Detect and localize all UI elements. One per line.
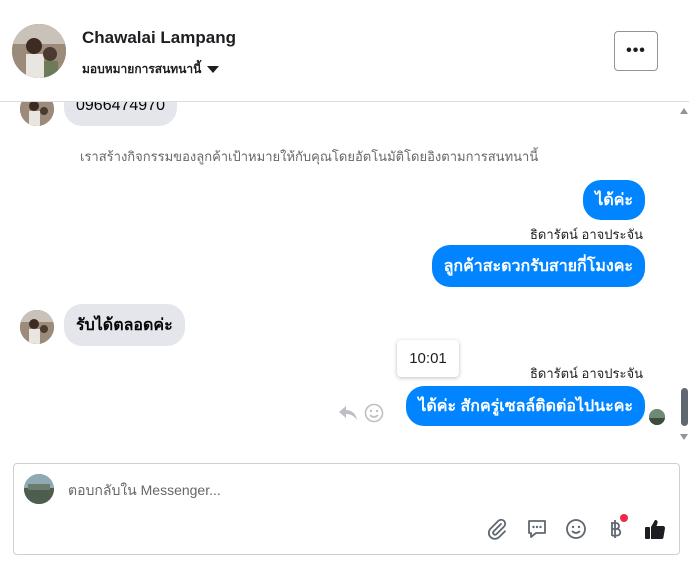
paperclip-icon[interactable] [484,516,510,542]
assign-conversation-dropdown[interactable]: มอบหมายการสนทนานี้ [82,60,220,79]
scroll-down-arrow-icon[interactable] [680,434,688,440]
reply-input[interactable] [68,482,568,498]
scrollbar-thumb[interactable] [681,388,688,426]
comment-icon[interactable] [524,516,550,542]
assign-label: มอบหมายการสนทนานี้ [82,62,202,76]
caret-down-icon [207,66,220,73]
sender-name: ธิดารัตน์ อาจประจัน [529,227,643,242]
more-options-button[interactable]: ••• [614,31,658,71]
sender-name: ธิดารัตน์ อาจประจัน [529,366,643,381]
smiley-icon[interactable] [563,516,589,542]
message-thread[interactable]: 0966474970 เราสร้างกิจกรรมของลูกค้าเป้าห… [0,102,689,452]
contact-name[interactable]: Chawalai Lampang [82,28,236,48]
scroll-up-arrow-icon[interactable] [680,108,688,114]
reply-icon[interactable] [338,404,358,427]
message-text: รับได้ตลอดค่ะ [76,316,173,334]
incoming-message-bubble[interactable]: รับได้ตลอดค่ะ [64,304,185,346]
thumbs-up-icon[interactable] [642,516,668,542]
contact-avatar-small [20,310,54,344]
react-icon[interactable] [364,403,384,428]
outgoing-message-bubble[interactable]: ได้ค่ะ สักครู่เซลล์ติดต่อไปนะคะ [406,386,645,426]
message-text: 0966474970 [76,102,165,114]
message-text: ลูกค้าสะดวกรับสายกี่โมงคะ [443,257,633,275]
more-dots-icon: ••• [626,42,646,59]
message-text: ได้ค่ะ [595,191,633,209]
outgoing-message-bubble[interactable]: ลูกค้าสะดวกรับสายกี่โมงคะ [431,245,645,287]
outgoing-message-bubble[interactable]: ได้ค่ะ [583,180,645,220]
incoming-message-bubble[interactable]: 0966474970 [64,102,177,126]
page-avatar [24,474,54,504]
contact-avatar-small [20,102,54,126]
timestamp-tooltip: 10:01 [397,340,459,377]
scrollbar[interactable] [679,102,689,452]
seen-avatar [649,409,665,425]
message-text: ได้ค่ะ สักครู่เซลล์ติดต่อไปนะคะ [418,397,633,415]
system-note: เราสร้างกิจกรรมของลูกค้าเป้าหมายให้กับคุ… [80,149,539,164]
conversation-header: Chawalai Lampang มอบหมายการสนทนานี้ ••• [0,0,689,102]
notification-dot [620,514,628,522]
baht-payment-icon[interactable] [602,514,628,542]
message-composer [13,463,680,555]
contact-avatar[interactable] [12,24,66,78]
